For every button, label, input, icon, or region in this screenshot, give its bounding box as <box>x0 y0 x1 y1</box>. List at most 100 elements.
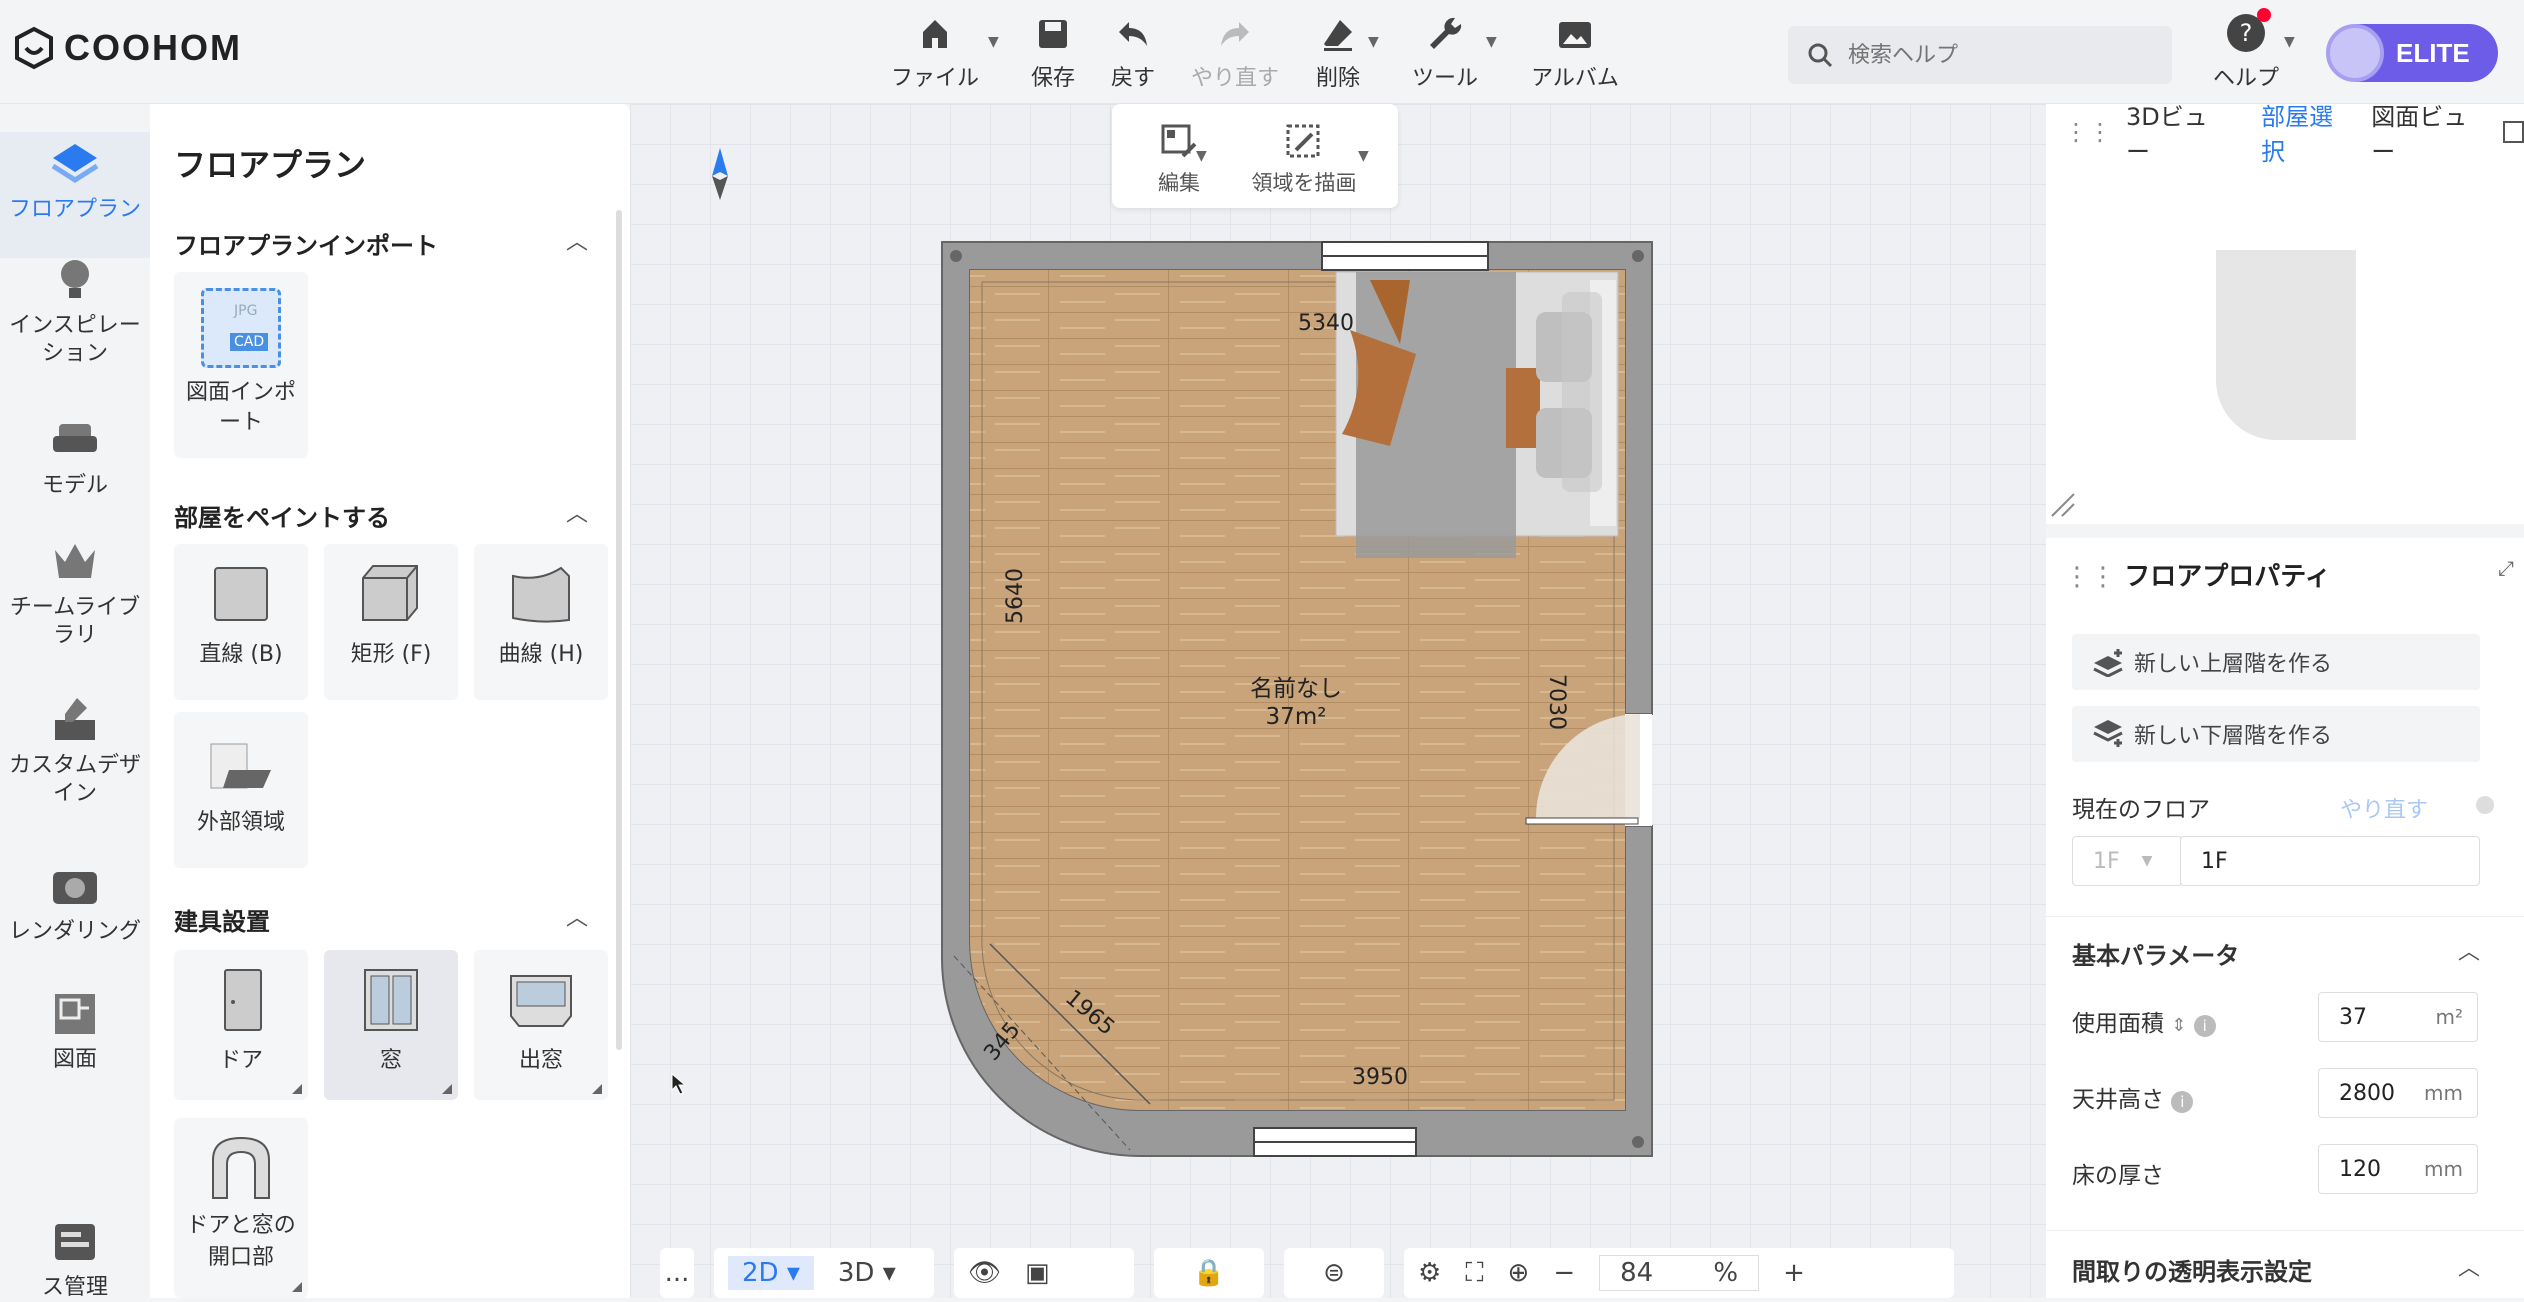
draw-area-chevron-down-icon[interactable]: ▼ <box>1358 148 1369 164</box>
tools-chevron-down-icon[interactable]: ▼ <box>1486 34 1497 50</box>
add-view-icon[interactable]: ⊕ <box>1508 1258 1530 1288</box>
toggle-settings-button[interactable]: ⊜ <box>1284 1248 1384 1298</box>
edit-chevron-down-icon[interactable]: ▼ <box>1196 148 1207 164</box>
opening-card[interactable]: ドアと窓の開口部 <box>174 1118 308 1298</box>
new-upper-floor-button[interactable]: 新しい上層階を作る <box>2072 634 2480 690</box>
help-icon: ? <box>2227 8 2271 52</box>
drag-handle-icon[interactable]: ⋮⋮ <box>2064 118 2112 146</box>
mode-2d-button[interactable]: 2D ▾ <box>728 1256 814 1290</box>
window-card[interactable]: 窓 <box>324 950 458 1100</box>
bed-model[interactable] <box>1335 271 1619 558</box>
compass-icon[interactable] <box>712 148 728 200</box>
paint-rect-card[interactable]: 矩形 (F) <box>324 544 458 700</box>
elite-label: ELITE <box>2396 37 2470 68</box>
paint-line-card[interactable]: 直線 (B) <box>174 544 308 700</box>
window-variant-icon[interactable] <box>442 1084 452 1094</box>
zoom-out-button[interactable]: − <box>1553 1258 1575 1288</box>
minimap-room-shape[interactable] <box>2206 244 2406 444</box>
nav-inspiration[interactable]: インスピレーション <box>0 254 150 368</box>
nav-drawing[interactable]: 図面 <box>0 988 150 1074</box>
transparency-collapse-icon[interactable]: ︿ <box>2458 1250 2480 1282</box>
lock-button[interactable]: 🔒 <box>1154 1248 1264 1298</box>
floor-redo-link[interactable]: やり直す <box>2340 792 2428 824</box>
undo-button[interactable]: 戻す <box>1078 14 1188 92</box>
edit-label: 編集 <box>1158 171 1200 195</box>
area-info-icon[interactable]: i <box>2193 1015 2216 1037</box>
floorplan-drawing[interactable]: 5340 5640 7030 3950 1965 345 名前なし 37m² <box>630 104 2046 1298</box>
resize-handle-icon[interactable] <box>2048 490 2078 520</box>
album-button[interactable]: アルバム <box>1520 14 1630 92</box>
tools-label: ツール <box>1411 66 1478 91</box>
fit-view-icon[interactable]: ⛶ <box>1465 1258 1483 1289</box>
paint-curve-card[interactable]: 曲線 (H) <box>474 544 608 700</box>
file-menu-button[interactable]: ファイル <box>880 14 990 92</box>
delete-chevron-down-icon[interactable]: ▼ <box>1368 34 1379 50</box>
nav-model[interactable]: モデル <box>0 414 150 500</box>
exterior-area-icon <box>209 730 273 794</box>
room-name-label[interactable]: 名前なし <box>1250 676 1342 702</box>
tools-menu-button[interactable]: ツール <box>1390 14 1500 92</box>
import-collapse-icon[interactable]: ︿ <box>566 224 588 256</box>
floor-thickness-input[interactable]: 120 mm <box>2318 1144 2478 1194</box>
fixtures-collapse-icon[interactable]: ︿ <box>566 900 588 932</box>
nav-floorplan[interactable]: フロアプラン <box>0 132 150 258</box>
bay-window-variant-icon[interactable] <box>592 1084 602 1094</box>
draw-area-button[interactable]: 領域を描画 <box>1234 122 1374 197</box>
basic-params-collapse-icon[interactable]: ︿ <box>2458 934 2480 966</box>
mode-3d-button[interactable]: 3D ▾ <box>838 1258 896 1288</box>
popout-icon[interactable]: ⤢ <box>2498 556 2514 580</box>
design-canvas[interactable]: 5340 5640 7030 3950 1965 345 名前なし 37m² <box>630 104 2046 1298</box>
opening-variant-icon[interactable] <box>292 1282 302 1292</box>
nav-custom-design[interactable]: カスタムデザイン <box>0 694 150 808</box>
redo-button[interactable]: やり直す <box>1180 14 1290 92</box>
exterior-area-card[interactable]: 外部領域 <box>174 712 308 868</box>
fit-settings-icon[interactable]: ⚙ <box>1418 1258 1441 1288</box>
door-card[interactable]: ドア <box>174 950 308 1100</box>
edit-toolbar: 編集 ▼ 領域を描画 ▼ <box>1112 104 1398 208</box>
help-search[interactable] <box>1788 26 2172 84</box>
nav-team-library[interactable]: チームライブラリ <box>0 536 150 650</box>
tab-room-select[interactable]: 部屋選択 <box>2261 97 2349 167</box>
logo-text: COOHOM <box>64 27 242 68</box>
nav-management[interactable]: ス管理 <box>0 1216 150 1302</box>
edit-button[interactable]: 編集 <box>1134 122 1224 197</box>
search-input[interactable] <box>1848 42 2148 68</box>
coohom-logo[interactable]: COOHOM <box>14 26 242 70</box>
ceiling-info-icon[interactable]: i <box>2171 1091 2194 1113</box>
ceiling-height-input[interactable]: 2800 mm <box>2318 1068 2478 1118</box>
props-title: ⋮⋮ フロアプロパティ <box>2064 556 2331 593</box>
jpg-tag: JPG <box>234 303 258 319</box>
floor-select[interactable]: 1F ▼ <box>2072 836 2182 886</box>
tab-plan-view[interactable]: 図面ビュー <box>2371 97 2481 167</box>
clock-icon[interactable] <box>2474 794 2496 816</box>
area-input[interactable]: 37 m² <box>2318 992 2478 1042</box>
zoom-group: ⚙ ⛶ ⊕ − 84% + <box>1404 1248 1954 1298</box>
expand-icon[interactable] <box>2503 121 2524 143</box>
area-sort-icon[interactable]: ⇕ <box>2171 1015 2186 1036</box>
help-chevron-down-icon[interactable]: ▼ <box>2284 34 2295 50</box>
window-label: 窓 <box>379 1048 402 1073</box>
more-options-button[interactable]: ... <box>660 1248 694 1298</box>
paint-collapse-icon[interactable]: ︿ <box>566 496 588 528</box>
import-drawing-card[interactable]: JPG CAD 図面インポート <box>174 272 308 458</box>
zoom-unit: % <box>1713 1258 1739 1288</box>
cube-view-icon[interactable]: ▣ <box>1025 1258 1050 1288</box>
delete-button[interactable]: 削除 <box>1283 14 1393 92</box>
current-floor-label: 現在のフロア <box>2072 797 2210 823</box>
props-drag-handle-icon[interactable]: ⋮⋮ <box>2064 562 2124 592</box>
curve-wall-icon <box>509 562 573 626</box>
help-button[interactable]: ? ヘルプ <box>2206 8 2286 92</box>
account-badge[interactable]: ELITE <box>2326 24 2498 82</box>
zoom-input[interactable]: 84% <box>1599 1255 1760 1291</box>
new-lower-floor-button[interactable]: 新しい下層階を作る <box>2072 706 2480 762</box>
floor-name-input[interactable]: 1F <box>2180 836 2480 886</box>
left-navigation: フロアプラン インスピレーション モデル チームライブラリ カスタムデザイン レ… <box>0 104 150 1300</box>
panel-scrollbar[interactable] <box>616 210 622 1050</box>
zoom-in-button[interactable]: + <box>1783 1258 1805 1288</box>
bay-window-card[interactable]: 出窓 <box>474 950 608 1100</box>
eye-icon[interactable]: 👁 <box>968 1258 1001 1288</box>
nav-rendering[interactable]: レンダリング <box>0 860 150 946</box>
file-label: ファイル <box>890 66 979 91</box>
door-variant-icon[interactable] <box>292 1084 302 1094</box>
tab-3d-view[interactable]: 3Dビュー <box>2126 97 2223 167</box>
